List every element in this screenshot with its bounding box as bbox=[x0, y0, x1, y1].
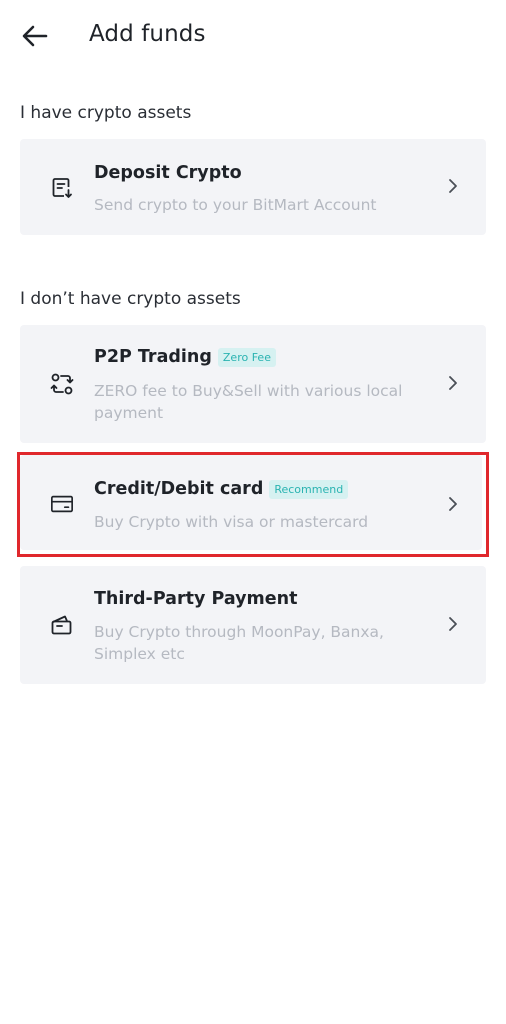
credit-debit-card-option[interactable]: Credit/Debit card Recommend Buy Crypto w… bbox=[20, 455, 482, 550]
deposit-crypto-option[interactable]: Deposit Crypto Send crypto to your BitMa… bbox=[20, 139, 486, 235]
deposit-crypto-title-row: Deposit Crypto bbox=[94, 163, 242, 183]
section-label-no-crypto: I don’t have crypto assets bbox=[20, 289, 241, 309]
p2p-trading-option[interactable]: P2P Trading Zero Fee ZERO fee to Buy&Sel… bbox=[20, 325, 486, 443]
back-button[interactable] bbox=[18, 20, 52, 52]
third-party-payment-option[interactable]: Third-Party Payment Buy Crypto through M… bbox=[20, 566, 486, 684]
third-party-title-row: Third-Party Payment bbox=[94, 589, 297, 609]
wallet-icon bbox=[50, 613, 74, 637]
credit-card-icon bbox=[50, 492, 74, 516]
third-party-title: Third-Party Payment bbox=[94, 589, 298, 609]
p2p-trading-title-row: P2P Trading Zero Fee bbox=[94, 347, 276, 367]
credit-debit-description: Buy Crypto with visa or mastercard bbox=[94, 513, 369, 531]
third-party-description: Buy Crypto through MoonPay, Banxa, Simpl… bbox=[94, 623, 384, 663]
chevron-right-icon bbox=[445, 616, 461, 632]
chevron-right-icon bbox=[445, 496, 461, 512]
arrow-left-icon bbox=[22, 25, 48, 47]
credit-debit-title-row: Credit/Debit card Recommend bbox=[94, 479, 349, 499]
p2p-exchange-icon bbox=[50, 372, 74, 396]
credit-debit-title: Credit/Debit card bbox=[94, 479, 264, 499]
header-bar: Add funds bbox=[0, 0, 506, 72]
deposit-list-icon bbox=[50, 176, 74, 200]
chevron-right-icon bbox=[445, 375, 461, 391]
section-label-have-crypto: I have crypto assets bbox=[20, 103, 192, 123]
deposit-crypto-description: Send crypto to your BitMart Account bbox=[94, 196, 377, 214]
zero-fee-badge: Zero Fee bbox=[217, 347, 276, 367]
p2p-trading-title: P2P Trading bbox=[94, 347, 212, 367]
deposit-crypto-title: Deposit Crypto bbox=[94, 163, 242, 183]
p2p-trading-description: ZERO fee to Buy&Sell with various local … bbox=[94, 382, 403, 422]
page-title: Add funds bbox=[89, 21, 206, 47]
chevron-right-icon bbox=[445, 178, 461, 194]
recommend-badge: Recommend bbox=[269, 479, 349, 499]
